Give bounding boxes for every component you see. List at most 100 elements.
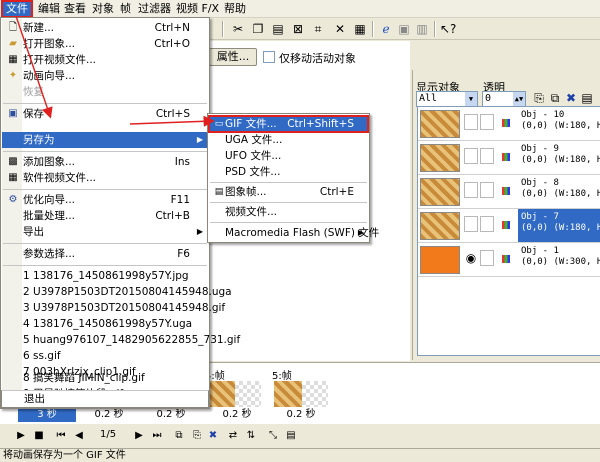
menu-item-uga-file[interactable]: UGA 文件... bbox=[209, 132, 368, 148]
frame-properties-icon[interactable]: ▤ bbox=[284, 429, 298, 443]
menu-item-label: UGA 文件... bbox=[225, 134, 283, 146]
properties-bar: 属性... 仅移动活动对象 bbox=[205, 46, 405, 66]
object-row[interactable]: Obj - 10 (0,0) (W:180, H:1 bbox=[418, 107, 600, 141]
lock-toggle[interactable] bbox=[480, 250, 494, 266]
menu-item-ufo-file[interactable]: UFO 文件... bbox=[209, 148, 368, 164]
frame-delay[interactable]: 0.2 秒 bbox=[208, 408, 266, 422]
recent-file-item[interactable]: 3 U3978P1503DT20150804145948.gif bbox=[2, 300, 225, 316]
object-page-icon[interactable]: ▤ bbox=[579, 90, 595, 106]
recent-file-item[interactable]: 5 huang976107_1482905622855_731.gif bbox=[2, 332, 240, 348]
image-icon[interactable]: ▣ bbox=[396, 21, 412, 37]
menu-item-export[interactable]: 导出 ▶ bbox=[2, 224, 208, 240]
next-frame-icon[interactable]: ▶ bbox=[132, 429, 146, 443]
object-name: Obj - 7 bbox=[521, 212, 559, 222]
object-row-selected[interactable]: Obj - 7 (0,0) (W:180, H:1 bbox=[418, 209, 600, 243]
menu-item-label: 恢复 bbox=[23, 86, 44, 98]
menu-item-video-file[interactable]: ▦ 软件视频文件... bbox=[2, 170, 208, 186]
grid-icon[interactable]: ▦ bbox=[352, 21, 368, 37]
properties-button[interactable]: 属性... bbox=[209, 48, 257, 66]
frame-delay[interactable]: 0.2 秒 bbox=[80, 408, 138, 422]
menu-help[interactable]: 帮助 bbox=[220, 1, 250, 17]
show-objects-select[interactable]: All Object: ▼ bbox=[416, 91, 478, 118]
frame-delay[interactable]: 3 秒 bbox=[18, 408, 76, 422]
insert-frame-icon[interactable]: ⧉ bbox=[172, 429, 186, 443]
delete-frame-icon[interactable]: ✖ bbox=[206, 429, 220, 443]
menu-item-gif-file[interactable]: ▭ GIF 文件... Ctrl+Shift+S bbox=[208, 115, 369, 133]
eye-icon[interactable]: ◉ bbox=[464, 250, 478, 266]
visibility-toggle[interactable] bbox=[464, 182, 478, 198]
playback-bar: ▶ ■ ⏮ ◀ ▶ ⏭ ⧉ ⎘ ✖ ⇄ ⇅ ⤡ ▤ bbox=[0, 426, 600, 446]
menu-item-add-image[interactable]: ▩ 添加图象... Ins bbox=[2, 154, 208, 170]
object-geometry: (0,0) (W:180, H:1 bbox=[521, 223, 600, 233]
submenu-arrow-icon: ▶ bbox=[196, 227, 203, 236]
transparency-spinner[interactable]: 0 ▲▼ bbox=[482, 91, 526, 107]
menu-file[interactable]: 文件 bbox=[1, 0, 33, 18]
object-name: Obj - 9 bbox=[521, 144, 559, 154]
object-row[interactable]: ◉ Obj - 1 (0,0) (W:300, H:1 bbox=[418, 243, 600, 277]
visibility-toggle[interactable] bbox=[464, 148, 478, 164]
menu-item-preferences[interactable]: 参数选择... F6 bbox=[2, 246, 208, 262]
object-delete-icon[interactable]: ✖ bbox=[563, 90, 579, 106]
play-icon[interactable]: ▶ bbox=[14, 429, 28, 443]
select-icon[interactable]: ✕ bbox=[332, 21, 348, 37]
menu-item-video-file[interactable]: 视频文件... bbox=[209, 204, 368, 220]
lock-toggle[interactable] bbox=[480, 114, 494, 130]
lock-toggle[interactable] bbox=[480, 148, 494, 164]
menu-item-exit[interactable]: 退出 bbox=[3, 391, 209, 407]
menu-item-open-image[interactable]: ▰ 打开图象... Ctrl+O bbox=[2, 36, 208, 52]
menu-item-save[interactable]: ▣ 保存 Ctrl+S bbox=[2, 106, 208, 122]
recent-file-item[interactable]: 8 搞笑舞蹈 JIMIN_clip.gif bbox=[2, 370, 208, 386]
object-row[interactable]: Obj - 9 (0,0) (W:180, H:1 bbox=[418, 141, 600, 175]
lock-toggle[interactable] bbox=[480, 216, 494, 232]
recent-file-item[interactable]: 2 U3978P1503DT20150804145948.uga bbox=[2, 284, 232, 300]
stop-icon[interactable]: ■ bbox=[32, 429, 46, 443]
frame-delay[interactable]: 0.2 秒 bbox=[142, 408, 200, 422]
duplicate-frame-icon[interactable]: ⎘ bbox=[190, 429, 204, 443]
tween-icon[interactable]: ⤡ bbox=[266, 429, 280, 443]
help-pointer-icon[interactable]: ↖? bbox=[440, 21, 456, 37]
menu-item-batch[interactable]: 批量处理... Ctrl+B bbox=[2, 208, 208, 224]
menu-frame[interactable]: 帧 bbox=[116, 1, 135, 17]
move-active-checkbox[interactable] bbox=[263, 51, 275, 63]
ie-icon[interactable]: ℯ bbox=[378, 21, 394, 37]
menu-object[interactable]: 对象 bbox=[88, 1, 118, 17]
visibility-toggle[interactable] bbox=[464, 216, 478, 232]
delete-icon[interactable]: ⊠ bbox=[290, 21, 306, 37]
reverse-frames-icon[interactable]: ⇄ bbox=[226, 429, 240, 443]
paste-icon[interactable]: ▤ bbox=[270, 21, 286, 37]
menu-item-flash-swf[interactable]: Macromedia Flash (SWF) 文件 ▶ bbox=[209, 225, 379, 241]
menu-view[interactable]: 查看 bbox=[60, 1, 90, 17]
visibility-toggle[interactable] bbox=[464, 114, 478, 130]
menu-item-revert[interactable]: 恢复 bbox=[2, 84, 208, 100]
menu-item-image-frame[interactable]: ▤ 图象帧... Ctrl+E bbox=[209, 184, 368, 200]
crop-icon[interactable]: ⌗ bbox=[310, 21, 326, 37]
recent-file-item[interactable]: 1 138176_1450861998y57Y.jpg bbox=[2, 268, 208, 284]
menu-item-label: 退出 bbox=[24, 393, 45, 405]
menu-item-new[interactable]: 🗋 新建... Ctrl+N bbox=[2, 20, 208, 36]
object-row[interactable]: Obj - 8 (0,0) (W:180, H:1 bbox=[418, 175, 600, 209]
layout-icon[interactable]: ▥ bbox=[414, 21, 430, 37]
frame-delay[interactable]: 0.2 秒 bbox=[272, 408, 330, 422]
menu-item-open-video[interactable]: ▦ 打开视频文件... bbox=[2, 52, 208, 68]
object-copy-icon[interactable]: ⧉ bbox=[547, 90, 563, 106]
menu-item-psd-file[interactable]: PSD 文件... bbox=[209, 164, 368, 180]
recent-file-item[interactable]: 4 138176_1450861998y57Y.uga bbox=[2, 316, 208, 332]
menu-item-optimize[interactable]: ⚙ 优化向导... F11 bbox=[2, 192, 208, 208]
lock-toggle[interactable] bbox=[480, 182, 494, 198]
prev-frame-icon[interactable]: ◀ bbox=[72, 429, 86, 443]
menu-item-save-as[interactable]: 另存为 ▶ bbox=[2, 132, 208, 148]
swap-frames-icon[interactable]: ⇅ bbox=[244, 429, 258, 443]
menu-filter[interactable]: 过滤器 bbox=[134, 1, 175, 17]
recent-file-item[interactable]: 6 ss.gif bbox=[2, 348, 208, 364]
object-add-icon[interactable]: ⎘ bbox=[531, 90, 547, 106]
cut-icon[interactable]: ✂ bbox=[230, 21, 246, 37]
menu-item-wizard[interactable]: ✦ 动画向导... bbox=[2, 68, 208, 84]
first-frame-icon[interactable]: ⏮ bbox=[54, 429, 68, 443]
object-list[interactable]: Obj - 10 (0,0) (W:180, H:1 Obj - 9 (0,0)… bbox=[417, 106, 600, 356]
last-frame-icon[interactable]: ⏭ bbox=[150, 429, 164, 443]
menu-item-label: 优化向导... bbox=[23, 194, 76, 206]
menu-separator bbox=[3, 103, 207, 104]
copy-icon[interactable]: ❐ bbox=[250, 21, 266, 37]
menu-video-fx[interactable]: 视频 F/X bbox=[172, 1, 223, 17]
status-text: 将动画保存为一个 GIF 文件 bbox=[3, 450, 126, 461]
